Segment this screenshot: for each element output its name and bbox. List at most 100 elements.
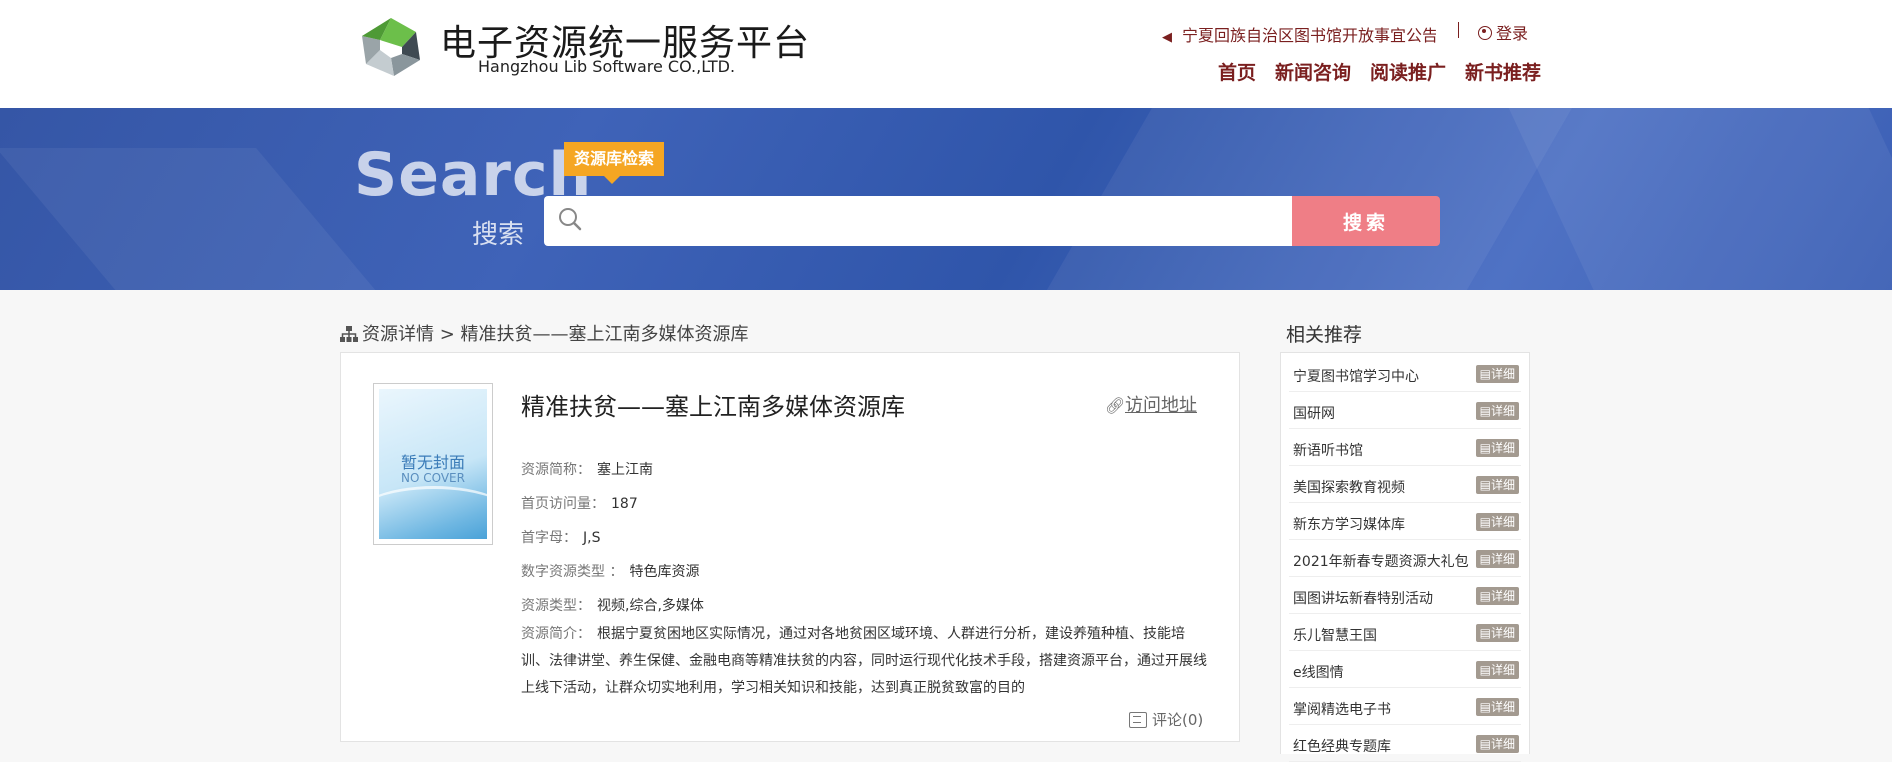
list-item[interactable]: 2021年新春专题资源大礼包 ▤详细: [1289, 540, 1521, 577]
field-label: 数字资源类型 ：: [521, 564, 624, 580]
item-title[interactable]: 国图讲坛新春特别活动: [1293, 588, 1433, 608]
field-label: 首页访问量：: [521, 496, 605, 512]
field-value: 塞上江南: [597, 462, 653, 478]
field-digital-type: 数字资源类型 ： 特色库资源: [521, 561, 699, 581]
item-title[interactable]: 美国探索教育视频: [1293, 477, 1405, 497]
field-value: J,S: [583, 530, 601, 546]
list-item[interactable]: 乐儿智慧王国 ▤详细: [1289, 614, 1521, 651]
comment-link[interactable]: 评论(0): [1129, 709, 1203, 730]
list-item[interactable]: 国研网 ▤详细: [1289, 392, 1521, 429]
list-item[interactable]: e线图情 ▤详细: [1289, 651, 1521, 688]
item-title[interactable]: e线图情: [1293, 662, 1344, 682]
main-nav: 首页 新闻咨询 阅读推广 新书推荐: [1218, 58, 1541, 85]
detail-button[interactable]: ▤详细: [1475, 476, 1519, 494]
login-label: 登录: [1496, 24, 1529, 43]
cover-text-en: NO COVER: [401, 471, 465, 485]
search-type-tab[interactable]: 资源库检索: [564, 142, 665, 184]
sidebar-title: 相关推荐: [1286, 324, 1363, 346]
header: 电子资源统一服务平台 Hangzhou Lib Software CO.,LTD…: [0, 0, 1892, 108]
resource-card: 暂无封面 NO COVER 精准扶贫——塞上江南多媒体资源库 🔗︎访问地址 资源…: [340, 352, 1240, 742]
item-title[interactable]: 宁夏图书馆学习中心: [1293, 366, 1419, 386]
field-initials: 首字母： J,S: [521, 527, 600, 547]
search-button[interactable]: 搜索: [1292, 196, 1440, 246]
item-title[interactable]: 2021年新春专题资源大礼包: [1293, 551, 1469, 571]
list-item[interactable]: 红色经典专题库 ▤详细: [1289, 725, 1521, 762]
speaker-icon: ◀: [1162, 30, 1172, 44]
badge-label: 详细: [1490, 441, 1515, 455]
brand-subtitle: Hangzhou Lib Software CO.,LTD.: [478, 57, 736, 76]
field-label: 资源类型：: [521, 598, 591, 614]
list-item[interactable]: 新语听书馆 ▤详细: [1289, 429, 1521, 466]
comment-icon: [1129, 712, 1147, 728]
banner-decoration: [1499, 108, 1892, 290]
nav-reading[interactable]: 阅读推广: [1370, 58, 1446, 85]
detail-button[interactable]: ▤详细: [1475, 513, 1519, 531]
list-item[interactable]: 国图讲坛新春特别活动 ▤详细: [1289, 577, 1521, 614]
resource-title: 精准扶贫——塞上江南多媒体资源库: [521, 393, 905, 421]
search-banner: Search 搜索 资源库检索 搜索: [0, 108, 1892, 290]
badge-label: 详细: [1490, 478, 1515, 492]
detail-button[interactable]: ▤详细: [1475, 550, 1519, 568]
search-input[interactable]: [594, 204, 1274, 238]
badge-label: 详细: [1490, 626, 1515, 640]
item-title[interactable]: 新东方学习媒体库: [1293, 514, 1405, 534]
item-title[interactable]: 掌阅精选电子书: [1293, 699, 1391, 719]
description-text: 根据宁夏贫困地区实际情况，通过对各地贫困区域环境、人群进行分析，建设养殖种植、技…: [521, 626, 1207, 696]
badge-label: 详细: [1490, 700, 1515, 714]
nav-new-books[interactable]: 新书推荐: [1465, 58, 1541, 85]
nav-home[interactable]: 首页: [1218, 58, 1256, 85]
list-item[interactable]: 新东方学习媒体库 ▤详细: [1289, 503, 1521, 540]
field-resource-type: 资源类型： 视频,综合,多媒体: [521, 595, 704, 615]
field-visits: 首页访问量： 187: [521, 493, 638, 513]
badge-label: 详细: [1490, 404, 1515, 418]
badge-label: 详细: [1490, 367, 1515, 381]
item-title[interactable]: 新语听书馆: [1293, 440, 1363, 460]
visit-label: 访问地址: [1125, 395, 1197, 416]
badge-label: 详细: [1490, 737, 1515, 751]
field-description: 资源简介： 根据宁夏贫困地区实际情况，通过对各地贫困区域环境、人群进行分析，建设养…: [521, 621, 1211, 702]
divider: [1458, 22, 1459, 38]
detail-button[interactable]: ▤详细: [1475, 587, 1519, 605]
cover-placeholder: 暂无封面 NO COVER: [379, 389, 487, 539]
comment-label: 评论(0): [1152, 711, 1204, 729]
detail-button[interactable]: ▤详细: [1475, 661, 1519, 679]
search-icon: [559, 208, 582, 231]
item-title[interactable]: 国研网: [1293, 403, 1335, 423]
cover-text: 暂无封面: [400, 453, 465, 472]
detail-button[interactable]: ▤详细: [1475, 365, 1519, 383]
notice-marquee[interactable]: ◀ 宁夏回族自治区图书馆开放事宜公告: [1162, 22, 1436, 44]
detail-button[interactable]: ▤详细: [1475, 698, 1519, 716]
notice-text[interactable]: 宁夏回族自治区图书馆开放事宜公告: [1182, 26, 1436, 44]
badge-label: 详细: [1490, 515, 1515, 529]
item-title[interactable]: 乐儿智慧王国: [1293, 625, 1377, 645]
detail-button[interactable]: ▤详细: [1475, 439, 1519, 457]
visit-link[interactable]: 🔗︎访问地址: [1105, 391, 1197, 417]
field-value: 187: [611, 496, 638, 512]
list-item[interactable]: 宁夏图书馆学习中心 ▤详细: [1289, 355, 1521, 392]
search-watermark-cn: 搜索: [472, 220, 525, 250]
list-item[interactable]: 美国探索教育视频 ▤详细: [1289, 466, 1521, 503]
field-short-name: 资源简称： 塞上江南: [521, 459, 653, 479]
badge-label: 详细: [1490, 663, 1515, 677]
login-link[interactable]: 登录: [1478, 20, 1528, 44]
search-box: [544, 196, 1292, 246]
field-label: 资源简称：: [521, 462, 591, 478]
link-icon: 🔗︎: [1105, 396, 1126, 415]
item-title[interactable]: 红色经典专题库: [1293, 736, 1391, 756]
field-label: 资源简介：: [521, 626, 591, 642]
field-value: 视频,综合,多媒体: [597, 598, 704, 614]
detail-button[interactable]: ▤详细: [1475, 624, 1519, 642]
nav-news[interactable]: 新闻咨询: [1275, 58, 1351, 85]
recommend-list: 宁夏图书馆学习中心 ▤详细 国研网 ▤详细 新语听书馆 ▤详细 美国探索教育视频 ▤详细…: [1280, 352, 1530, 762]
detail-button[interactable]: ▤详细: [1475, 402, 1519, 420]
list-item[interactable]: 掌阅精选电子书 ▤详细: [1289, 688, 1521, 725]
badge-label: 详细: [1490, 552, 1515, 566]
breadcrumb-text[interactable]: 资源详情 > 精准扶贫——塞上江南多媒体资源库: [362, 324, 749, 345]
field-value: 特色库资源: [629, 564, 700, 580]
detail-button[interactable]: ▤详细: [1475, 735, 1519, 753]
breadcrumb: 资源详情 > 精准扶贫——塞上江南多媒体资源库: [340, 320, 749, 346]
cover-image: 暂无封面 NO COVER: [373, 383, 493, 545]
sitemap-icon: [340, 326, 358, 342]
field-label: 首字母：: [521, 530, 577, 546]
logo-icon[interactable]: [358, 14, 424, 80]
